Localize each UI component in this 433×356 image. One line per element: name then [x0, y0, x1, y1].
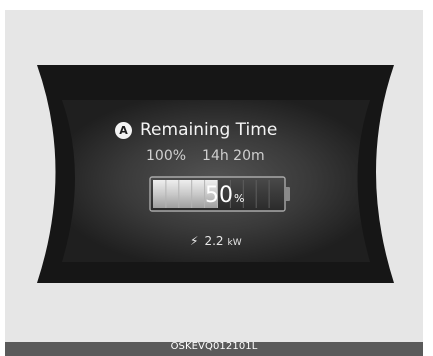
current-charge-readout: 50 % [205, 183, 244, 213]
charging-power-unit: kW [227, 238, 242, 248]
charging-power-value: 2.2 [204, 234, 224, 248]
figure-code: OSKEVQ012101L [170, 341, 258, 352]
lightning-bolt-icon: ⚡︎ [190, 234, 199, 248]
charge-percent-unit: % [234, 192, 245, 205]
remaining-time-title: Remaining Time [140, 120, 278, 140]
callout-a-badge: A [115, 121, 132, 139]
battery-terminal [285, 187, 290, 201]
charging-power-row: ⚡︎ 2.2 kW [190, 234, 242, 250]
cluster-display [37, 65, 394, 283]
remaining-time-header: A Remaining Time [115, 118, 277, 142]
target-charge-level: 100% [146, 148, 187, 164]
charge-percent-value: 50 [205, 183, 233, 208]
remaining-time-value: 14h 20m [202, 148, 265, 164]
charge-target-row: 100% 14h 20m [146, 148, 265, 168]
figure-code-bar: OSKEVQ012101L [5, 341, 423, 356]
